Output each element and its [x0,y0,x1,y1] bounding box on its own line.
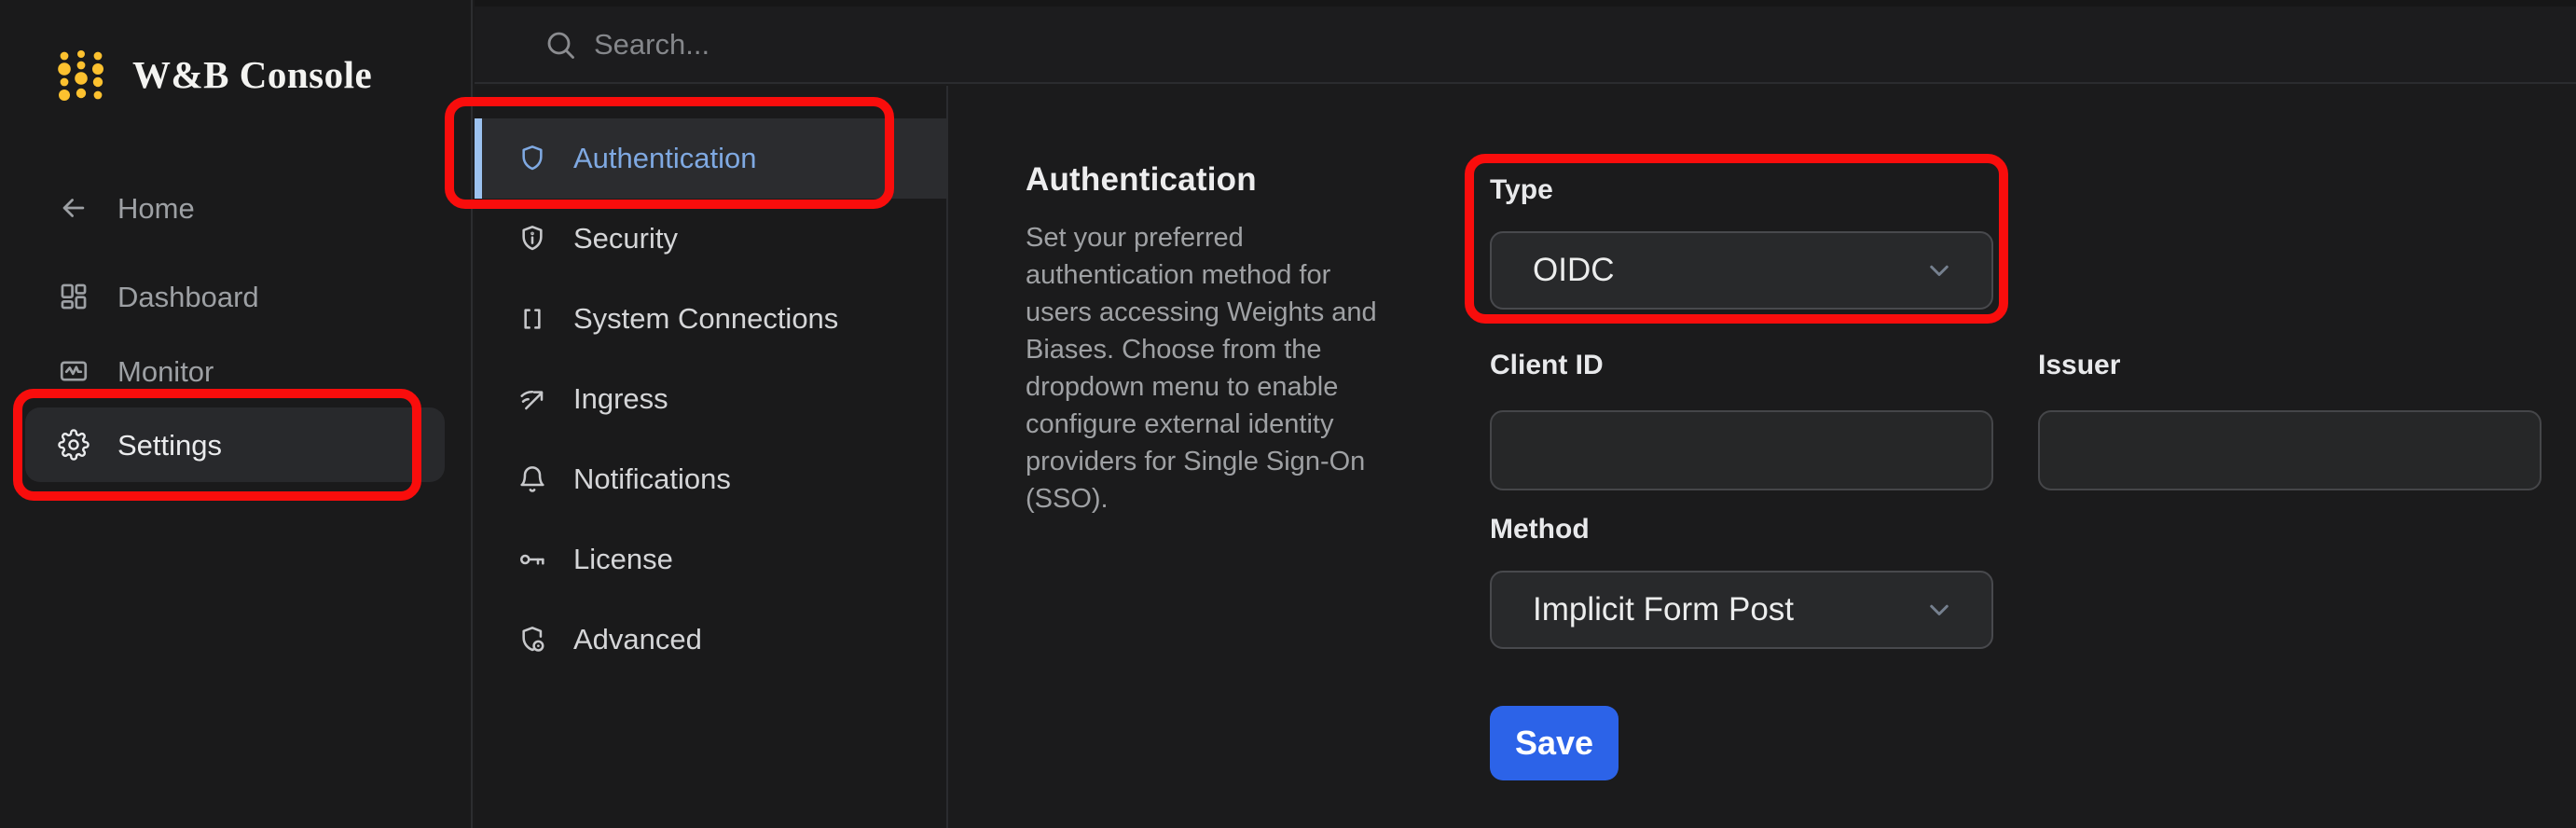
bell-icon [517,464,547,494]
selected-accent-bar [475,118,482,199]
wandb-console-app: { "app": { "title": "W&B Console" }, "se… [0,0,2576,828]
method-select[interactable]: Implicit Form Post [1490,571,1993,649]
logo-row: W&B Console [56,48,372,101]
settings-nav-item-system-connections[interactable]: System Connections [475,279,946,359]
topbar-strip [475,0,2576,7]
sidebar-item-label: Dashboard [117,280,259,313]
topbar [475,0,2576,84]
settings-nav-item-notifications[interactable]: Notifications [475,439,946,519]
monitor-icon [58,355,90,387]
settings-nav-label: Authentication [573,142,757,174]
primary-sidebar: W&B Console Home Dashboard Monitor Setti… [0,0,473,828]
sidebar-item-monitor[interactable]: Monitor [0,343,473,399]
chevron-down-icon [1922,593,1956,627]
method-select-value: Implicit Form Post [1533,591,1795,628]
search-icon [544,28,577,62]
sidebar-item-label: Settings [117,428,223,462]
app-title: W&B Console [132,53,373,96]
sidebar-item-dashboard[interactable]: Dashboard [0,269,473,324]
shield-gear-icon [517,625,547,655]
save-button[interactable]: Save [1490,706,1619,780]
section-description: Set your preferred authentication method… [1026,223,1377,514]
wandb-logo-icon [56,48,106,101]
arrow-left-icon [58,192,90,224]
sidebar-item-home[interactable]: Home [0,180,473,236]
shield-icon [517,144,547,173]
settings-nav-label: Advanced [573,623,702,656]
key-icon [517,545,547,574]
type-label: Type [1490,174,1553,205]
settings-nav-label: System Connections [573,302,839,335]
settings-nav-label: Ingress [573,382,668,415]
gear-icon [58,429,90,461]
search-bar[interactable] [544,7,1153,82]
client-id-label: Client ID [1490,350,1604,380]
brackets-icon [517,304,547,334]
chevron-down-icon [1922,254,1956,287]
settings-nav-item-license[interactable]: License [475,519,946,600]
settings-nav-item-advanced[interactable]: Advanced [475,600,946,680]
sidebar-item-label: Home [117,191,195,225]
type-select[interactable]: OIDC [1490,231,1993,310]
issuer-label: Issuer [2038,350,2121,380]
sidebar-item-settings[interactable]: Settings [25,407,445,482]
main-content: Authentication Set your preferred authen… [950,86,2576,828]
settings-nav-label: License [573,543,673,575]
settings-nav-label: Security [573,222,678,255]
client-id-input[interactable] [1490,410,1993,490]
shield-info-icon [517,224,547,254]
settings-nav-item-security[interactable]: Security [475,199,946,279]
settings-nav: Authentication Security System Connectio… [475,86,948,828]
dashboard-icon [58,281,90,312]
search-input[interactable] [594,27,1153,62]
sidebar-item-label: Monitor [117,354,214,388]
issuer-input[interactable] [2038,410,2542,490]
method-label: Method [1490,514,1590,545]
settings-nav-item-ingress[interactable]: Ingress [475,359,946,439]
page-title: Authentication [1026,161,1257,198]
settings-nav-label: Notifications [573,462,731,495]
signal-arrow-icon [517,384,547,414]
settings-nav-item-authentication[interactable]: Authentication [475,118,946,199]
type-select-value: OIDC [1533,252,1615,288]
